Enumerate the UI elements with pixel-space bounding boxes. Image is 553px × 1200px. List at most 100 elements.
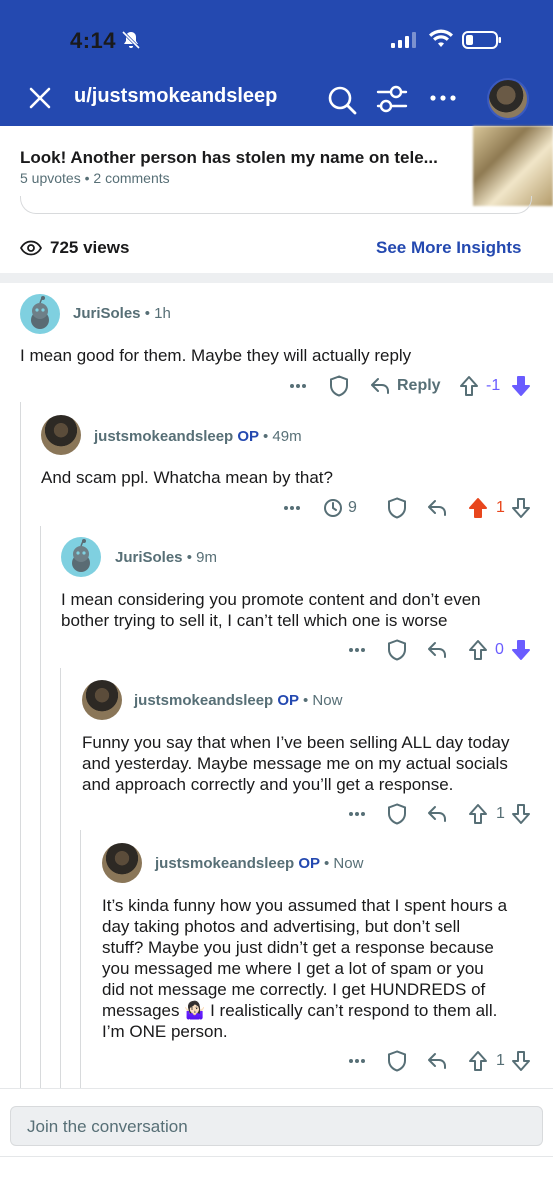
thread-line[interactable]: [60, 668, 61, 1088]
shield-icon[interactable]: [329, 374, 349, 398]
comment-line: I mean good for them. Maybe they will ac…: [20, 346, 412, 365]
comment-author[interactable]: JuriSoles: [73, 305, 141, 322]
comment-author[interactable]: JuriSoles: [115, 549, 183, 566]
comment-author-line: JuriSoles • 1h: [73, 305, 171, 322]
user-avatar[interactable]: [487, 78, 529, 120]
wifi-icon: [429, 29, 453, 47]
downvote-button[interactable]: [511, 638, 531, 662]
vote-count: 1: [496, 802, 505, 826]
comment-time: 9m: [196, 549, 217, 566]
downvote-button[interactable]: [511, 1049, 531, 1073]
upvote-icon: [469, 804, 487, 824]
comment-line: bother trying to sell it, I can’t tell w…: [61, 611, 448, 630]
comment-line: And scam ppl. Whatcha mean by that?: [41, 468, 333, 487]
vote-count-text: -1: [486, 377, 501, 394]
thread-line[interactable]: [80, 830, 81, 1088]
comment-line: messages 🤷🏻‍♀️ I realistically can’t res…: [102, 1001, 498, 1020]
upvote-icon: [469, 1051, 487, 1071]
upvote-button[interactable]: [459, 374, 479, 398]
thread-line[interactable]: [20, 402, 21, 1088]
avatar[interactable]: [102, 843, 142, 883]
snoo-avatar-icon[interactable]: [20, 294, 60, 334]
reply-icon: [371, 378, 389, 394]
comment-more-icon[interactable]: [348, 802, 366, 826]
battery-icon: [462, 31, 501, 49]
comment-author[interactable]: justsmokeandsleep: [155, 855, 294, 872]
comment-author[interactable]: justsmokeandsleep: [94, 428, 233, 445]
comment-more-icon[interactable]: [348, 638, 366, 662]
comment-more-icon[interactable]: [348, 1049, 366, 1073]
comment-line: and approach correctly and you’ll get a …: [82, 775, 454, 794]
downvote-button[interactable]: [511, 374, 531, 398]
upvote-button[interactable]: [468, 638, 488, 662]
comment-body: I mean considering you promote content a…: [61, 589, 481, 631]
comment-time: Now: [333, 855, 364, 872]
comment-line: did not message me correctly. I get HUND…: [102, 980, 486, 999]
reply-button[interactable]: Reply: [370, 374, 441, 398]
thread-line[interactable]: [40, 526, 41, 1088]
filter-icon[interactable]: [376, 84, 408, 114]
upvote-button[interactable]: [468, 1049, 488, 1073]
comment-author-line: justsmokeandsleep OP • 49m: [94, 428, 302, 445]
comment-line: I’m ONE person.: [102, 1022, 228, 1041]
vote-count-text: 1: [496, 1052, 505, 1069]
search-icon[interactable]: [326, 84, 358, 116]
comment-line: I mean considering you promote content a…: [61, 590, 481, 609]
award-button[interactable]: 9: [323, 496, 357, 520]
post-title[interactable]: Look! Another person has stolen my name …: [20, 148, 438, 168]
comment-more-icon[interactable]: [283, 496, 301, 520]
comment-time: 49m: [272, 428, 302, 445]
snoo-avatar-icon[interactable]: [61, 537, 101, 577]
comment-line: Funny you say that when I’ve been sellin…: [82, 733, 510, 752]
reply-label: Reply: [397, 377, 441, 394]
op-badge: OP: [277, 692, 299, 709]
page-title: u/justsmokeandsleep: [74, 85, 278, 107]
reply-icon[interactable]: [427, 1049, 447, 1073]
post-meta: 5 upvotes • 2 comments: [20, 170, 170, 186]
section-divider: [0, 273, 553, 283]
downvote-button[interactable]: [511, 802, 531, 826]
comment-body: I mean good for them. Maybe they will ac…: [20, 345, 411, 366]
more-options-icon[interactable]: [428, 86, 458, 110]
reply-icon[interactable]: [427, 638, 447, 662]
shield-icon[interactable]: [387, 496, 407, 520]
downvote-filled-icon: [512, 640, 530, 660]
comment-line: you messaged me where I get a lot of spa…: [102, 959, 484, 978]
comment-input-placeholder[interactable]: Join the conversation: [27, 1117, 188, 1137]
comment-line: and yesterday. Maybe message me on my ac…: [82, 754, 508, 773]
bell-off-icon: [121, 30, 141, 50]
bottom-divider: [0, 1156, 553, 1157]
downvote-button[interactable]: [511, 496, 531, 520]
views-count: 725 views: [50, 238, 130, 257]
avatar[interactable]: [41, 415, 81, 455]
award-count: 9: [348, 499, 357, 516]
avatar[interactable]: [82, 680, 122, 720]
comment-author-line: justsmokeandsleep OP • Now: [155, 855, 364, 872]
comment-body: It’s kinda funny how you assumed that I …: [102, 895, 507, 1042]
post-thumbnail[interactable]: [473, 126, 553, 206]
vote-count: 1: [496, 1049, 505, 1073]
upvote-button[interactable]: [468, 802, 488, 826]
comment-line: day taking photos and advertising, but d…: [102, 917, 461, 936]
signal-icon: [391, 32, 416, 48]
shield-icon[interactable]: [387, 638, 407, 662]
shield-icon[interactable]: [387, 1049, 407, 1073]
op-badge: OP: [237, 428, 259, 445]
comment-body: And scam ppl. Whatcha mean by that?: [41, 467, 333, 488]
reply-icon[interactable]: [427, 496, 447, 520]
op-badge: OP: [298, 855, 320, 872]
shield-icon[interactable]: [387, 802, 407, 826]
close-icon[interactable]: [26, 84, 54, 112]
see-more-insights-link[interactable]: See More Insights: [376, 238, 521, 258]
comment-line: It’s kinda funny how you assumed that I …: [102, 896, 508, 915]
vote-count: 1: [496, 496, 505, 520]
downvote-icon: [512, 1051, 530, 1071]
upvote-filled-icon: [469, 498, 487, 518]
comment-author[interactable]: justsmokeandsleep: [134, 692, 273, 709]
upvote-button[interactable]: [468, 496, 488, 520]
comment-more-icon[interactable]: [289, 374, 307, 398]
comment-author-line: JuriSoles • 9m: [115, 549, 217, 566]
comment-time: 1h: [154, 305, 171, 322]
reply-icon[interactable]: [427, 802, 447, 826]
eye-icon: [20, 240, 42, 256]
